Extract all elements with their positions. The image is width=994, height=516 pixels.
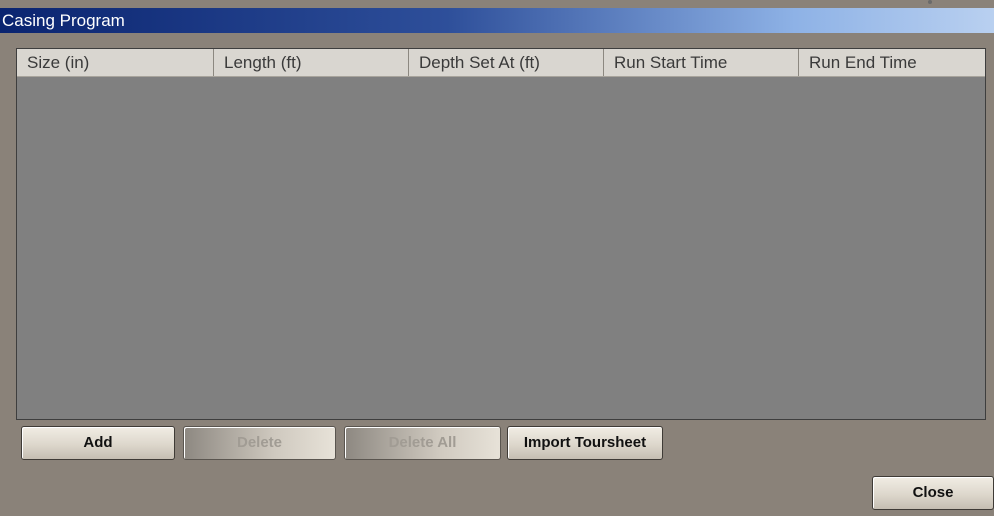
resize-mark-icon	[928, 0, 932, 4]
column-header-length[interactable]: Length (ft)	[214, 49, 409, 76]
column-header-run-end-time[interactable]: Run End Time	[799, 49, 985, 76]
column-header-size[interactable]: Size (in)	[17, 49, 214, 76]
delete-button[interactable]: Delete	[183, 426, 336, 460]
delete-all-button[interactable]: Delete All	[344, 426, 501, 460]
column-header-run-start-time[interactable]: Run Start Time	[604, 49, 799, 76]
import-toursheet-button[interactable]: Import Toursheet	[507, 426, 663, 460]
column-header-depth-set-at[interactable]: Depth Set At (ft)	[409, 49, 604, 76]
grid-header-row: Size (in) Length (ft) Depth Set At (ft) …	[17, 49, 985, 77]
close-button[interactable]: Close	[872, 476, 994, 510]
title-bar[interactable]: Casing Program	[0, 8, 994, 33]
casing-program-dialog: Casing Program Size (in) Length (ft) Dep…	[0, 0, 994, 516]
window-title: Casing Program	[2, 11, 125, 30]
add-button[interactable]: Add	[21, 426, 175, 460]
casing-grid[interactable]: Size (in) Length (ft) Depth Set At (ft) …	[16, 48, 986, 420]
